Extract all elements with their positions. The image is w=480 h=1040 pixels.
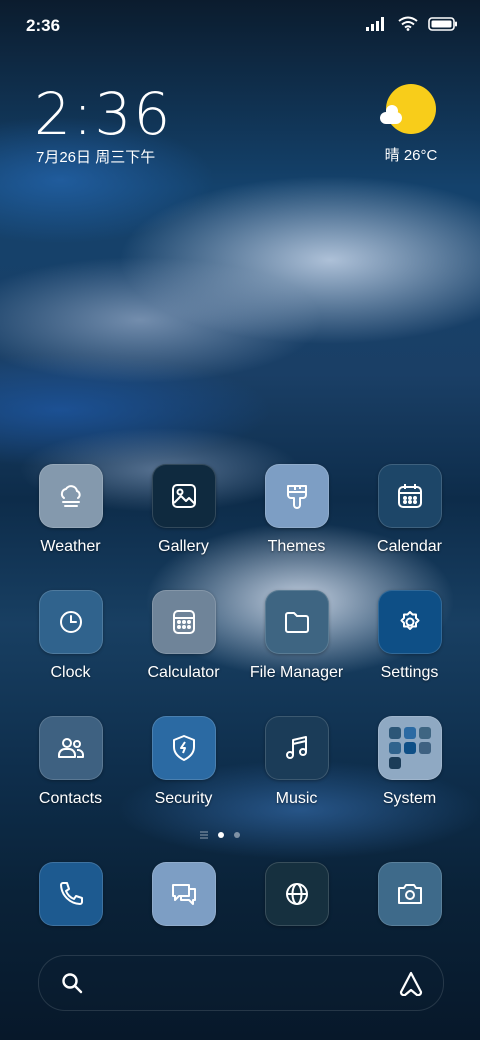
app-label: Settings <box>380 664 439 681</box>
app-weather[interactable]: Weather <box>14 464 127 556</box>
dock-browser[interactable] <box>240 862 353 926</box>
app-security[interactable]: Security <box>127 716 240 808</box>
themes-icon <box>286 485 307 509</box>
folder-grid-icon <box>388 727 431 769</box>
app-themes[interactable]: Themes <box>240 464 353 556</box>
page-list-icon <box>200 831 208 839</box>
weather-temperature: 26°C <box>403 147 438 164</box>
weather-icon <box>60 485 81 507</box>
globe-icon <box>285 883 308 905</box>
dock-messages[interactable] <box>127 862 240 926</box>
messages-app-tile[interactable] <box>151 862 216 926</box>
battery-icon <box>428 16 457 31</box>
app-folder-system[interactable]: System <box>353 716 466 808</box>
folder-icon <box>284 612 309 633</box>
status-time: 2:36 <box>26 16 61 35</box>
status-bar: 2:36 <box>0 0 480 50</box>
themes-app-tile[interactable] <box>264 464 329 528</box>
app-label: Calculator <box>147 664 220 681</box>
sun-icon <box>380 84 436 134</box>
camera-icon <box>397 884 422 904</box>
app-contacts[interactable]: Contacts <box>14 716 127 808</box>
music-icon <box>285 736 307 759</box>
page-dot-2[interactable] <box>234 832 240 838</box>
music-app-tile[interactable] <box>264 716 329 780</box>
clock-icon <box>59 611 82 633</box>
browser-app-tile[interactable] <box>264 862 329 926</box>
app-music[interactable]: Music <box>240 716 353 808</box>
phone-icon <box>59 882 83 905</box>
app-label: Clock <box>50 664 91 681</box>
messages-icon <box>171 884 196 905</box>
file-manager-app-tile[interactable] <box>264 590 329 654</box>
status-icons <box>366 16 458 31</box>
calculator-icon <box>172 610 195 634</box>
assistant-icon[interactable] <box>397 970 425 996</box>
weather-app-tile[interactable] <box>38 464 103 528</box>
calendar-icon <box>397 484 422 508</box>
shield-icon <box>172 735 195 761</box>
calendar-app-tile[interactable] <box>377 464 442 528</box>
system-folder-tile[interactable] <box>377 716 442 780</box>
gallery-icon <box>171 484 196 508</box>
search-bar[interactable] <box>38 955 444 1011</box>
calculator-app-tile[interactable] <box>151 590 216 654</box>
contacts-app-tile[interactable] <box>38 716 103 780</box>
weather-temp: 晴 26°C <box>376 144 446 165</box>
phone-app-tile[interactable] <box>38 862 103 926</box>
gear-icon <box>400 611 419 630</box>
app-label: Weather <box>40 538 101 555</box>
clock-widget-time[interactable]: 2:36 <box>34 80 172 148</box>
dock-camera[interactable] <box>353 862 466 926</box>
wifi-icon <box>398 16 418 31</box>
app-label: Contacts <box>38 790 103 807</box>
app-label: Gallery <box>158 538 209 555</box>
contacts-icon <box>57 738 84 758</box>
signal-icon <box>366 16 384 31</box>
page-indicator[interactable] <box>200 831 240 839</box>
app-label: Themes <box>267 538 326 555</box>
gallery-app-tile[interactable] <box>151 464 216 528</box>
app-file-manager[interactable]: File Manager <box>240 590 353 682</box>
dock <box>14 862 466 926</box>
dock-phone[interactable] <box>14 862 127 926</box>
app-label: System <box>382 790 437 807</box>
app-gallery[interactable]: Gallery <box>127 464 240 556</box>
clock-widget-date[interactable]: 7月26日 周三下午 <box>36 146 155 167</box>
app-label: Music <box>275 790 318 807</box>
cloud-icon <box>380 105 402 124</box>
app-clock[interactable]: Clock <box>14 590 127 682</box>
app-label: File Manager <box>249 664 344 681</box>
settings-app-tile[interactable] <box>377 590 442 654</box>
search-icon[interactable] <box>61 972 83 994</box>
camera-app-tile[interactable] <box>377 862 442 926</box>
weather-condition: 晴 <box>384 147 400 164</box>
app-label: Calendar <box>377 538 442 555</box>
app-label: Security <box>154 790 213 807</box>
app-calendar[interactable]: Calendar <box>353 464 466 556</box>
page-dot-1[interactable] <box>218 832 224 838</box>
clock-app-tile[interactable] <box>38 590 103 654</box>
weather-widget[interactable]: 晴 26°C <box>376 84 446 165</box>
security-app-tile[interactable] <box>151 716 216 780</box>
app-settings[interactable]: Settings <box>353 590 466 682</box>
app-calculator[interactable]: Calculator <box>127 590 240 682</box>
